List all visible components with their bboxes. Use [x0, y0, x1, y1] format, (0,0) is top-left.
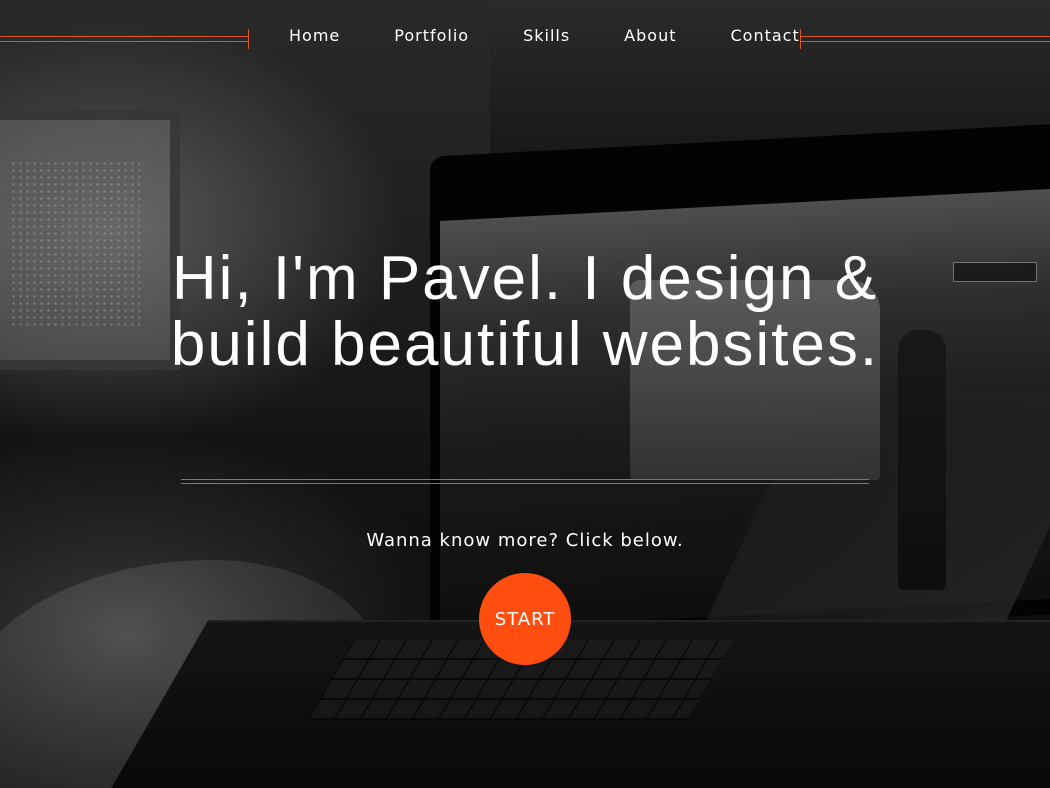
hero-divider: [181, 479, 869, 484]
nav-link-home[interactable]: Home: [262, 22, 367, 49]
background-platform: [706, 390, 1050, 620]
nav-left-tick: [248, 29, 249, 49]
nav-right-line: [801, 36, 1050, 42]
main-nav: Home Portfolio Skills About Contact: [0, 22, 1050, 52]
background-sign: [953, 262, 1037, 282]
background-laptop-base: [91, 620, 1050, 788]
nav-links: Home Portfolio Skills About Contact: [262, 22, 827, 49]
nav-left-line: [0, 36, 248, 42]
background-laptop-screen: [430, 123, 1050, 647]
start-button[interactable]: START: [479, 573, 571, 665]
hero-subtext: Wanna know more? Click below.: [366, 530, 684, 551]
background-book: [0, 560, 380, 788]
background-window-pattern: [10, 160, 140, 330]
nav-link-about[interactable]: About: [597, 22, 703, 49]
background-overlay: [0, 0, 1050, 788]
nav-link-skills[interactable]: Skills: [496, 22, 597, 49]
background-person: [898, 330, 946, 590]
nav-link-portfolio[interactable]: Portfolio: [367, 22, 496, 49]
hero-headline: Hi, I'm Pavel. I design & build beautifu…: [170, 244, 880, 379]
hero-section: Home Portfolio Skills About Contact Hi, …: [0, 0, 1050, 788]
